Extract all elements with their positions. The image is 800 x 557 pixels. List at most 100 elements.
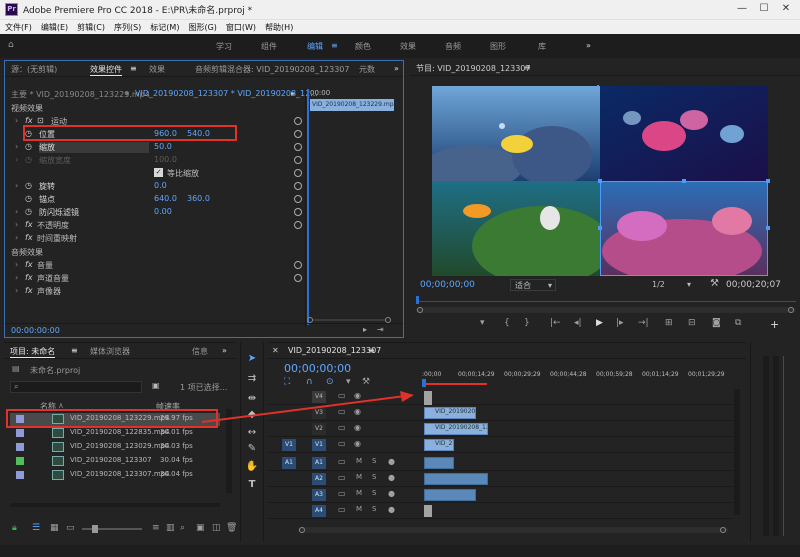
mute-track-icon[interactable]: M [356,457,362,465]
time-remap-row[interactable]: › fx 时间重映射 [11,233,301,244]
reset-icon[interactable] [294,261,302,269]
workspace-graphics[interactable]: 图形 [490,41,506,52]
hand-tool-icon[interactable]: ✋ [245,460,259,474]
stopwatch-icon[interactable]: ◷ [25,155,32,164]
lift-icon[interactable]: ⊞ [665,318,673,328]
voice-over-record-icon[interactable]: ● [388,457,395,466]
workspace-audio[interactable]: 音频 [445,41,461,52]
reset-icon[interactable] [294,130,302,138]
zoom-slider[interactable] [82,525,142,533]
volume-row[interactable]: › fx 音量 [11,260,302,271]
step-back-icon[interactable]: ◂| [574,318,582,328]
uniform-scale-checkbox[interactable]: ✓ [154,168,163,177]
linked-selection-icon[interactable]: ⊙ [326,377,334,387]
reset-icon[interactable] [294,221,302,229]
solo-track-icon[interactable]: S [372,457,376,465]
wrench-icon[interactable]: ⚒ [710,278,719,289]
more-tabs-icon[interactable]: » [394,64,399,73]
voice-over-record-icon[interactable]: ● [388,473,395,482]
minimize-icon[interactable]: — [732,2,752,16]
icon-view-icon[interactable]: ▦ [50,523,59,533]
workspace-assembly[interactable]: 组件 [261,41,277,52]
close-icon[interactable]: ✕ [776,2,796,16]
menu-window[interactable]: 窗口(W) [221,20,260,33]
track-select-tool-icon[interactable]: ⇉ [245,372,259,386]
track-target-v1[interactable]: V1 [312,439,326,451]
mini-zoom-bar[interactable] [305,317,397,323]
stopwatch-icon[interactable]: ◷ [25,207,32,216]
tab-effects[interactable]: 效果 [149,64,165,75]
export-frame-icon[interactable]: ⇥ [377,325,384,334]
reset-icon[interactable] [294,117,302,125]
workspace-color[interactable]: 颜色 [355,41,371,52]
program-monitor-title[interactable]: 节目: VID_20190208_123307 [416,63,531,74]
menu-graphics[interactable]: 图形(G) [183,20,220,33]
program-playhead[interactable] [416,296,419,304]
track-target-a3[interactable]: A3 [312,489,326,501]
audio-clip-a1[interactable] [424,457,454,469]
reset-icon[interactable] [294,156,302,164]
motion-transform-icon[interactable]: ⊡ [37,116,44,125]
selected-clip-bounds[interactable] [600,181,768,276]
expand-arrow-icon[interactable]: › [15,155,18,164]
nest-toggle-icon[interactable]: ⛶ [284,377,290,387]
find-icon[interactable]: ⌕ [180,523,185,533]
mute-track-icon[interactable]: M [356,489,362,497]
maximize-icon[interactable]: ☐ [754,2,774,16]
channel-volume-row[interactable]: › fx 声道音量 [11,273,302,284]
expand-arrow-icon[interactable]: › [15,220,18,229]
mark-out-icon[interactable]: } [524,318,530,328]
marker-icon[interactable]: ▾ [480,318,485,328]
panel-menu-icon[interactable]: ≡ [524,63,531,72]
menu-markers[interactable]: 标记(M) [145,20,183,33]
reset-icon[interactable] [294,195,302,203]
tab-audio-clip-mixer[interactable]: 音频剪辑混合器: VID_20190208_123307 [195,64,350,75]
mini-playhead[interactable] [307,89,309,325]
expand-arrow-icon[interactable]: › [15,260,18,269]
expand-arrow-icon[interactable]: › [15,273,18,282]
tab-metadata[interactable]: 元数 [359,64,375,75]
scale-value[interactable]: 50.0 [154,142,172,151]
mute-track-icon[interactable]: M [356,473,362,481]
list-view-icon[interactable]: ☰ [32,523,40,533]
expand-arrow-icon[interactable]: › [15,142,18,151]
close-tab-icon[interactable]: ✕ [272,346,279,355]
anchor-x-value[interactable]: 640.0 [154,194,177,203]
project-search-input[interactable]: ⌕ [10,381,142,393]
expand-arrow-icon[interactable]: › [15,286,18,295]
play-audio-icon[interactable]: ▸ [291,89,295,98]
timeline-zoom-bar[interactable] [298,527,728,533]
extract-icon[interactable]: ⊟ [688,318,696,328]
go-to-out-icon[interactable]: →| [638,318,649,328]
automate-to-sequence-icon[interactable]: ▥ [166,523,175,533]
panel-menu-icon[interactable]: ≡ [71,346,78,355]
audio-clip-a2[interactable] [424,473,488,485]
clip-v1[interactable]: VID_2 [424,439,454,451]
effect-timecode[interactable]: 00:00:00:00 [11,326,60,335]
menu-edit[interactable]: 编辑(E) [36,20,72,33]
add-marker-icon[interactable]: ▾ [346,377,351,387]
stopwatch-icon[interactable]: ◷ [25,194,32,203]
camera-icon[interactable]: ◙ [712,318,721,328]
menu-sequence[interactable]: 序列(S) [109,20,145,33]
list-item[interactable]: VID_20190208_122835.mp4 30.01 fps [10,427,220,440]
clip-v4[interactable] [424,391,432,405]
source-patch-a1[interactable]: A1 [282,457,296,469]
menu-file[interactable]: 文件(F) [0,20,36,33]
program-timecode[interactable]: 00;00;00;00 [420,280,475,290]
toggle-sync-lock-icon[interactable]: ▭ [338,489,346,498]
panner-row[interactable]: › fx 声像器 [11,286,301,297]
list-item[interactable]: VID_20190208_123307 30.04 fps [10,455,220,468]
selection-tool-icon[interactable]: ➤ [245,352,259,366]
expand-arrow-icon[interactable]: › [15,181,18,190]
source-patch-v1[interactable]: V1 [282,439,296,451]
solo-track-icon[interactable]: S [372,489,376,497]
timeline-scrollbar[interactable] [734,389,740,515]
project-hscrollbar[interactable] [10,503,220,507]
reset-icon[interactable] [294,274,302,282]
label-color-swatch[interactable] [16,471,24,479]
more-tabs-icon[interactable]: » [222,346,227,355]
resolution-dropdown[interactable]: 1/2 ▾ [650,279,694,291]
toggle-sync-lock-icon[interactable]: ▭ [338,439,346,448]
mute-track-icon[interactable]: M [356,505,362,513]
